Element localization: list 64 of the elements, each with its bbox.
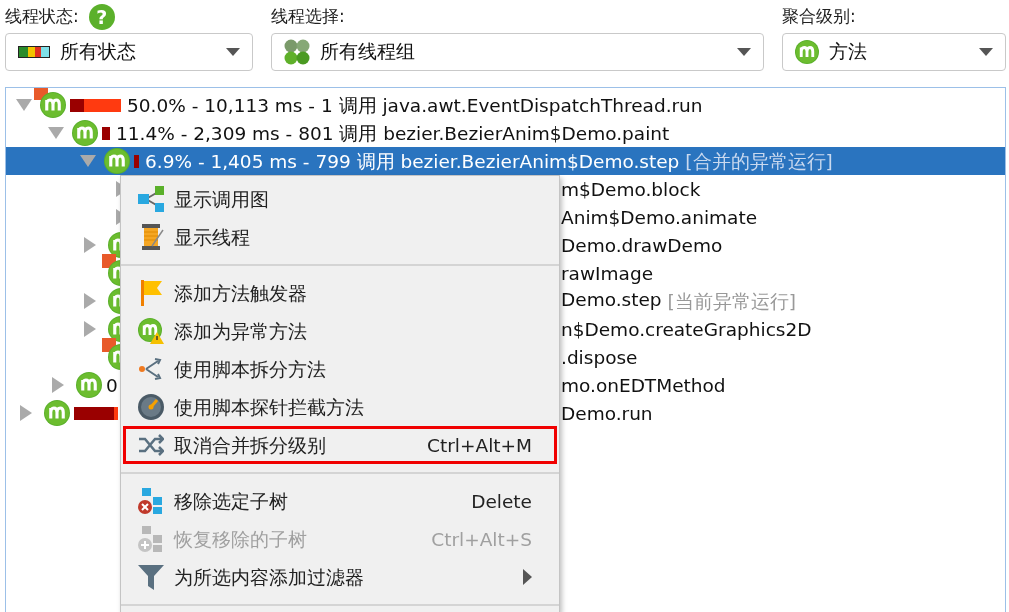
dropdown-arrow-icon — [226, 48, 240, 56]
time-bar — [74, 406, 118, 420]
menu-item[interactable]: 显示调用图 — [123, 180, 557, 218]
filter-label: 聚合级别: — [782, 5, 856, 28]
menu-item[interactable]: 移除选定子树 Delete — [123, 482, 557, 520]
method-icon — [40, 92, 66, 118]
menu-item[interactable]: 为所选内容添加过滤器 — [123, 558, 557, 596]
dropdown-arrow-icon — [979, 48, 993, 56]
call-tree-text: n$Demo.createGraphics2D — [561, 318, 812, 340]
menu-item[interactable]: 显示线程 — [123, 218, 557, 256]
funnel-icon — [138, 564, 164, 590]
filter-label: 线程选择: — [271, 5, 345, 28]
call-tree-text: 0 — [106, 374, 118, 396]
call-tree-text: rawImage — [561, 262, 653, 284]
method-icon — [795, 40, 819, 64]
expanded-arrow-icon[interactable] — [48, 127, 64, 139]
menu-item[interactable]: 取消合并拆分级别 Ctrl+Alt+M — [123, 426, 557, 464]
collapsed-arrow-icon[interactable] — [20, 405, 32, 421]
time-bar — [70, 98, 121, 112]
run-note: [合并的异常运行] — [685, 149, 833, 174]
shuffle-icon — [138, 432, 164, 458]
collapsed-arrow-icon[interactable] — [84, 293, 96, 309]
expanded-arrow-icon[interactable] — [16, 99, 32, 111]
filter-dropdown[interactable]: 方法 — [782, 33, 1006, 71]
method-icon — [72, 120, 98, 146]
method-icon — [104, 148, 130, 174]
call-tree-text: 50.0% - 10,113 ms - 1 调用 java.awt.EventDispatchThread.run — [127, 93, 703, 118]
selected-row[interactable]: 6.9% - 1,405 ms - 799 调用 bezier.BezierAnim$Demo.step [合并的异常运行] — [6, 147, 1005, 175]
dropdown-arrow-icon — [737, 48, 751, 56]
collapsed-arrow-icon[interactable] — [52, 377, 64, 393]
submenu-arrow-icon — [523, 569, 532, 585]
call-tree-text: Anim$Demo.animate — [561, 206, 758, 228]
collapsed-arrow-icon[interactable] — [84, 237, 96, 253]
call-tree-text: 11.4% - 2,309 ms - 801 调用 bezier.BezierAnim$Demo.paint — [116, 121, 670, 146]
menu-item[interactable]: 使用脚本探针拦截方法 — [123, 388, 557, 426]
call-tree-text: .dispose — [561, 346, 638, 368]
flag-icon — [138, 280, 164, 306]
call-tree-text: Demo.drawDemo — [561, 234, 723, 256]
time-bar — [134, 154, 139, 168]
filter-dropdown[interactable]: 所有状态 — [5, 33, 253, 71]
menu-item[interactable]: 添加为异常方法 — [123, 312, 557, 350]
clover-icon — [284, 39, 310, 65]
gauge-icon — [138, 394, 164, 420]
method-warning-icon — [138, 318, 164, 344]
run-note: [当前异常运行] — [667, 289, 796, 314]
call-tree-text: 6.9% - 1,405 ms - 799 调用 bezier.BezierAnim$Demo.step — [145, 149, 680, 174]
method-icon — [76, 372, 102, 398]
call-tree-text: m$Demo.block — [561, 178, 701, 200]
filter-dropdown[interactable]: 所有线程组 — [271, 33, 764, 71]
split-icon — [138, 356, 164, 382]
menu-item[interactable]: 添加方法触发器 — [123, 274, 557, 312]
call-tree-text: mo.onEDTMethod — [561, 374, 726, 396]
menu-item[interactable]: 使用脚本拆分方法 — [123, 350, 557, 388]
call-tree-text: Demo.run — [561, 402, 653, 424]
time-bar — [102, 126, 110, 140]
filter-label: 线程状态: — [5, 5, 79, 28]
expanded-arrow-icon[interactable] — [80, 155, 96, 167]
call-tree-text: Demo.step — [561, 288, 662, 312]
call-graph-icon — [138, 186, 164, 212]
method-icon — [44, 400, 70, 426]
state-strip-icon — [18, 45, 50, 59]
restore-tree-icon — [138, 526, 164, 552]
remove-tree-icon — [138, 488, 164, 514]
collapsed-arrow-icon[interactable] — [84, 321, 96, 337]
